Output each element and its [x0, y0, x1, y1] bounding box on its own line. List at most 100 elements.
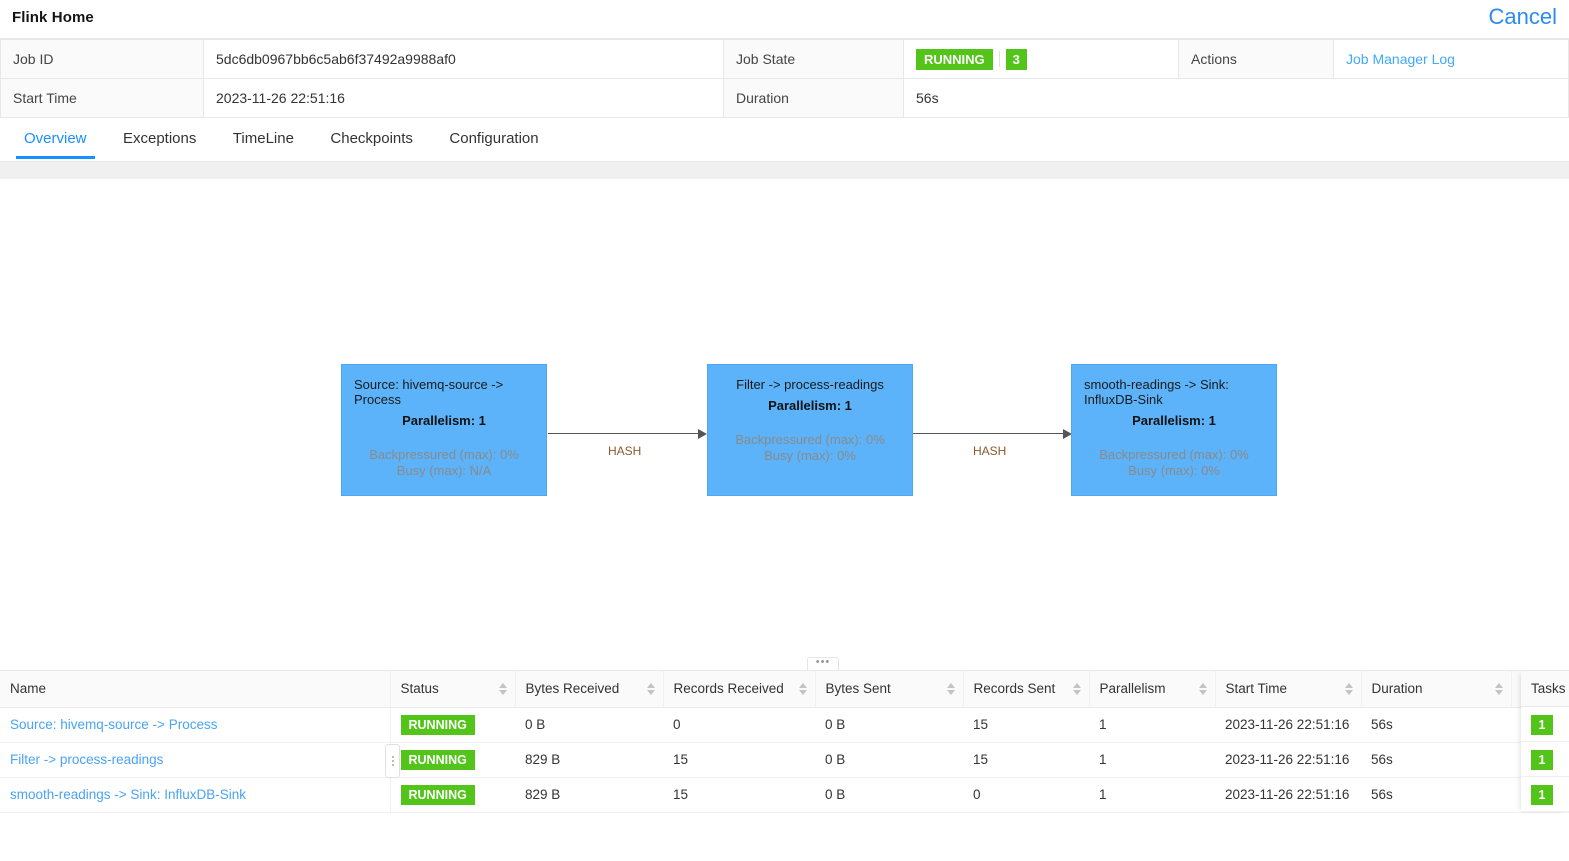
graph-node-busy: Busy (max): 0%: [764, 448, 856, 463]
graph-node-metrics: Backpressured (max): 0% Busy (max): N/A: [352, 447, 536, 479]
cell-tasks: 1: [1521, 777, 1569, 812]
column-header-records-received-label: Records Received: [673, 681, 784, 697]
graph-node-sink[interactable]: smooth-readings -> Sink: InfluxDB-Sink P…: [1071, 364, 1277, 496]
vertex-name-link[interactable]: Source: hivemq-source -> Process: [10, 717, 217, 732]
cell-bytes-sent: 0 B: [815, 707, 963, 743]
cell-bytes-sent: 0 B: [815, 742, 963, 778]
graph-edge-label: HASH: [973, 444, 1007, 458]
sort-icon[interactable]: [1344, 681, 1353, 697]
graph-node-metrics: Backpressured (max): 0% Busy (max): 0%: [1082, 447, 1266, 479]
cell-bytes-received: 0 B: [515, 707, 663, 743]
cell-records-sent: 15: [963, 742, 1089, 778]
cell-records-received: 15: [663, 777, 815, 813]
vertex-table[interactable]: Name Status Bytes Received Records Recei…: [0, 670, 1569, 822]
column-header-bytes-sent-label: Bytes Sent: [825, 681, 891, 697]
column-header-bytes-received-label: Bytes Received: [525, 681, 620, 697]
cell-tasks: 1: [1521, 707, 1569, 742]
tab-checkpoints[interactable]: Checkpoints: [314, 118, 429, 158]
cell-start-time: 2023-11-26 22:51:16: [1215, 742, 1361, 778]
column-header-status[interactable]: Status: [390, 671, 516, 708]
column-header-bytes-received[interactable]: Bytes Received: [515, 671, 664, 708]
table-row[interactable]: Source: hivemq-source -> Process RUNNING…: [0, 707, 1569, 743]
cell-start-time: 2023-11-26 22:51:16: [1215, 707, 1361, 743]
tab-overview[interactable]: Overview: [8, 118, 103, 159]
column-header-tasks[interactable]: Tasks: [1521, 671, 1569, 707]
column-header-start-time-label: Start Time: [1225, 681, 1288, 697]
tab-timeline[interactable]: TimeLine: [217, 118, 310, 158]
tab-configuration[interactable]: Configuration: [433, 118, 554, 158]
column-header-start-time[interactable]: Start Time: [1215, 671, 1362, 708]
vertex-table-grid: Name Status Bytes Received Records Recei…: [0, 671, 1569, 813]
cell-status: RUNNING: [390, 777, 515, 813]
tab-exceptions[interactable]: Exceptions: [107, 118, 212, 158]
graph-edge-label: HASH: [608, 444, 642, 458]
column-resize-handle[interactable]: [385, 744, 400, 778]
table-row[interactable]: smooth-readings -> Sink: InfluxDB-Sink R…: [0, 777, 1569, 813]
cell-records-sent: 0: [963, 777, 1089, 813]
page-title: Flink Home: [12, 9, 94, 26]
tasks-badge: 1: [1531, 785, 1553, 805]
column-header-records-received[interactable]: Records Received: [663, 671, 816, 708]
graph-node-backpressure: Backpressured (max): 0%: [1099, 447, 1249, 462]
job-info-row-1: Job ID 5dc6db0967bb6c5ab6f37492a9988af0 …: [0, 39, 1569, 79]
column-header-bytes-sent[interactable]: Bytes Sent: [815, 671, 964, 708]
graph-node-parallelism: Parallelism: 1: [402, 413, 486, 428]
sort-icon[interactable]: [646, 681, 655, 697]
sort-icon[interactable]: [498, 681, 507, 697]
actions-value: Job Manager Log: [1333, 39, 1569, 79]
status-badge: RUNNING: [400, 784, 475, 805]
column-header-status-label: Status: [400, 681, 439, 697]
cell-bytes-received: 829 B: [515, 777, 663, 813]
sort-icon[interactable]: [1494, 681, 1503, 697]
tasks-badge: 1: [1531, 750, 1553, 770]
job-info-table: Job ID 5dc6db0967bb6c5ab6f37492a9988af0 …: [0, 39, 1569, 118]
start-time-label: Start Time: [0, 78, 204, 118]
sort-icon[interactable]: [946, 681, 955, 697]
graph-node-filter[interactable]: Filter -> process-readings Parallelism: …: [707, 364, 913, 496]
graph-node-title: Filter -> process-readings: [736, 377, 884, 392]
cell-parallelism: 1: [1089, 707, 1215, 743]
graph-edge-line: [913, 433, 1065, 434]
column-header-parallelism[interactable]: Parallelism: [1089, 671, 1216, 708]
job-id-value: 5dc6db0967bb6c5ab6f37492a9988af0: [203, 39, 724, 79]
column-header-parallelism-label: Parallelism: [1099, 681, 1166, 697]
cell-tasks: 1: [1521, 742, 1569, 777]
vertex-name-link[interactable]: smooth-readings -> Sink: InfluxDB-Sink: [10, 787, 246, 802]
graph-node-metrics: Backpressured (max): 0% Busy (max): 0%: [718, 432, 902, 464]
cell-name: smooth-readings -> Sink: InfluxDB-Sink: [0, 777, 391, 813]
duration-label: Duration: [723, 78, 904, 118]
vertex-name-link[interactable]: Filter -> process-readings: [10, 752, 163, 767]
table-row[interactable]: Filter -> process-readings RUNNING 829 B…: [0, 742, 1569, 778]
job-manager-log-link[interactable]: Job Manager Log: [1346, 51, 1455, 67]
section-separator: [0, 162, 1569, 179]
graph-node-title: Source: hivemq-source -> Process: [354, 377, 504, 407]
badge-divider: [998, 51, 1000, 67]
job-state-value: RUNNING 3: [903, 39, 1179, 79]
cell-bytes-sent: 0 B: [815, 777, 963, 813]
actions-label: Actions: [1178, 39, 1334, 79]
job-state-label: Job State: [723, 39, 904, 79]
tab-bar: Overview Exceptions TimeLine Checkpoints…: [0, 118, 1569, 162]
duration-value: 56s: [903, 78, 1569, 118]
job-id-label: Job ID: [0, 39, 204, 79]
cell-records-sent: 15: [963, 707, 1089, 743]
graph-edge-line: [548, 433, 700, 434]
top-bar: Flink Home Cancel: [0, 0, 1569, 39]
column-header-name[interactable]: Name: [0, 671, 391, 708]
column-header-duration[interactable]: Duration: [1361, 671, 1512, 708]
vertex-table-header-row: Name Status Bytes Received Records Recei…: [0, 671, 1569, 708]
column-header-duration-label: Duration: [1371, 681, 1423, 697]
cell-status: RUNNING: [390, 707, 515, 743]
column-header-records-sent[interactable]: Records Sent: [963, 671, 1090, 708]
sort-icon[interactable]: [1198, 681, 1207, 697]
pinned-tasks-column: Tasks 1 1 1: [1521, 671, 1569, 812]
sort-icon[interactable]: [798, 681, 807, 697]
job-graph-canvas[interactable]: Source: hivemq-source -> Process Paralle…: [0, 179, 1569, 670]
cell-parallelism: 1: [1089, 742, 1215, 778]
sort-icon[interactable]: [1072, 681, 1081, 697]
task-count-badge: 3: [1005, 48, 1027, 70]
graph-node-backpressure: Backpressured (max): 0%: [735, 432, 885, 447]
cancel-job-link[interactable]: Cancel: [1489, 2, 1557, 32]
graph-node-source[interactable]: Source: hivemq-source -> Process Paralle…: [341, 364, 547, 496]
start-time-value: 2023-11-26 22:51:16: [203, 78, 724, 118]
